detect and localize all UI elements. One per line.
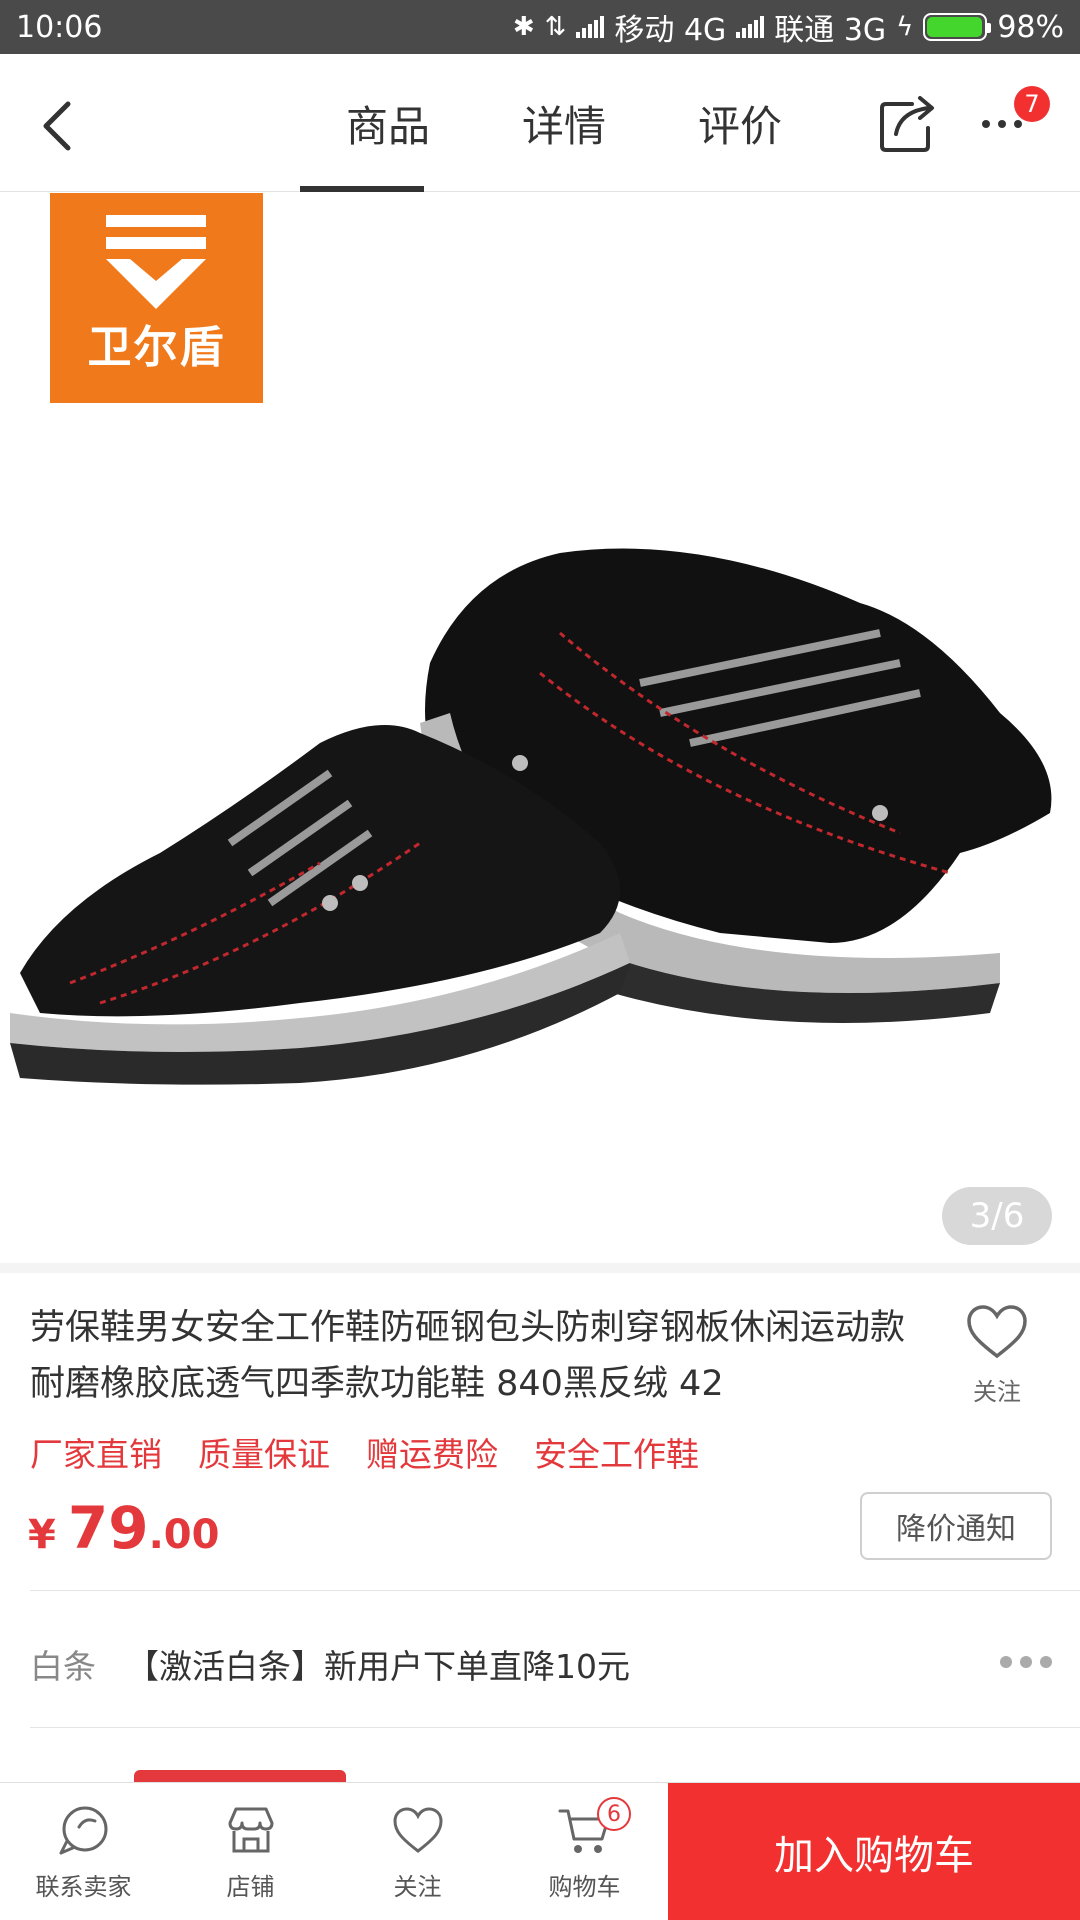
message-count-badge: 7 [1014,86,1050,122]
follow-label: 关注 [973,1378,1021,1406]
divider [30,1727,1080,1728]
image-page-indicator: 3/6 [942,1187,1052,1245]
bottom-action-bar: 联系卖家 店铺 关注 6 购物车 加入购物车 [0,1782,1080,1920]
dot-icon [1040,1656,1052,1668]
dot-icon [1020,1656,1032,1668]
dot-icon [998,120,1006,128]
status-indicators: ✱ ⇅ 移动 4G 联通 3G ϟ 98% [513,5,1064,49]
dot-icon [1000,1656,1012,1668]
follow-button[interactable] [966,1304,1028,1360]
divider [30,1590,1080,1591]
brand-logo: 卫尔盾 [50,193,263,403]
cart-button[interactable]: 6 购物车 [501,1783,668,1920]
currency-symbol: ¥ [28,1512,56,1558]
tab-reviews[interactable]: 评价 [652,54,828,192]
bluetooth-icon: ✱ [512,12,535,42]
product-title: 劳保鞋男女安全工作鞋防砸钢包头防刺穿钢板休闲运动款耐磨橡胶底透气四季款功能鞋 8… [30,1308,906,1404]
follow-bottom-label: 关注 [393,1872,442,1901]
add-to-cart-button[interactable]: 加入购物车 [668,1783,1080,1920]
service-tag: 赠运费险 [366,1435,498,1474]
service-tag: 质量保证 [198,1435,330,1474]
tab-details[interactable]: 详情 [476,54,652,192]
chevron-left-icon [43,101,71,151]
status-bar: 10:06 ✱ ⇅ 移动 4G 联通 3G ϟ 98% [0,0,1080,54]
store-label: 店铺 [226,1872,275,1901]
share-icon [880,96,934,152]
status-time: 10:06 [16,9,103,45]
cart-count-badge: 6 [597,1797,631,1831]
dot-icon [1014,120,1022,128]
contact-seller-button[interactable]: 联系卖家 [0,1783,167,1920]
contact-seller-label: 联系卖家 [35,1872,132,1901]
promo-label: 白条 [30,1647,96,1686]
chat-bubble-icon [59,1806,107,1854]
back-button[interactable] [38,98,78,154]
tab-product[interactable]: 商品 [300,54,476,192]
heart-icon [392,1806,443,1853]
section-accent-strip [134,1770,346,1782]
share-button[interactable] [878,94,938,154]
promo-text[interactable]: 【激活白条】新用户下单直降10元 [126,1640,630,1688]
signal-icon [576,16,605,38]
price-drop-notify-button[interactable]: 降价通知 [860,1492,1052,1560]
cart-label: 购物车 [548,1872,621,1901]
data-transfer-icon: ⇅ [544,12,567,42]
service-tag: 安全工作鞋 [534,1435,699,1474]
product-photo [10,548,1052,1085]
follow-bottom-button[interactable]: 关注 [334,1783,501,1920]
service-tag: 厂家直销 [30,1435,162,1474]
nav-bar: 商品 详情 评价 7 [0,54,1080,192]
dot-icon [982,120,990,128]
carrier-2: 联通 3G [774,13,887,48]
battery-icon [923,13,992,41]
tab-bar: 商品 详情 评价 [300,54,828,192]
promo-more-button[interactable] [1000,1656,1052,1668]
service-tags: 厂家直销 质量保证 赠运费险 安全工作鞋 [30,1428,699,1476]
battery-percent: 98% [997,9,1064,45]
store-icon [228,1807,273,1852]
section-divider [0,1263,1080,1273]
heart-icon [967,1305,1027,1359]
charging-icon: ϟ [896,12,914,42]
signal-icon [736,16,765,38]
brand-logo-text: 卫尔盾 [87,322,226,373]
product-price: ¥ 79 .00 [28,1494,219,1562]
carrier-1: 移动 4G [614,13,727,48]
price-decimal: .00 [148,1512,220,1558]
price-integer: 79 [67,1494,149,1562]
product-image-gallery[interactable]: 卫尔盾 3/6 [0,193,1080,1263]
store-button[interactable]: 店铺 [167,1783,334,1920]
